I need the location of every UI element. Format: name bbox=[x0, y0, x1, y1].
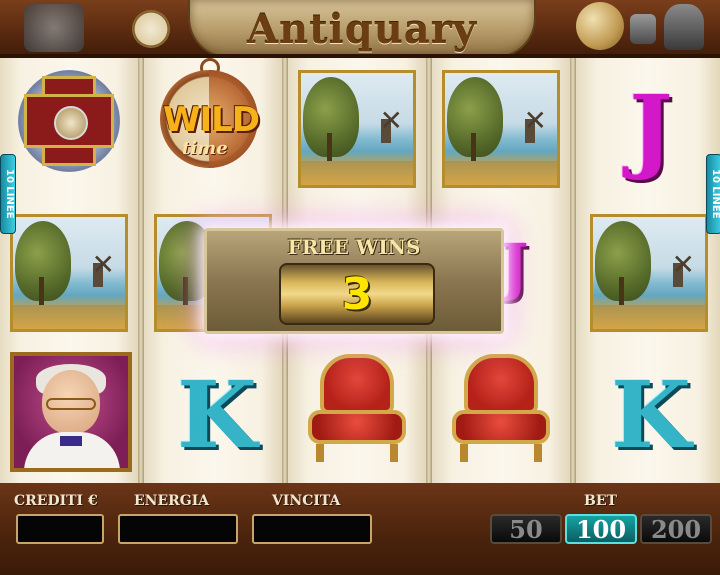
wild-time-label: time bbox=[182, 138, 228, 159]
free-wins-count: 3 bbox=[341, 269, 373, 320]
letter-j-symbol: J bbox=[629, 75, 673, 183]
lines-indicator-left[interactable]: 10 LINEE bbox=[0, 154, 16, 234]
game-title: Antiquary bbox=[246, 6, 478, 53]
statue-icon bbox=[664, 4, 704, 50]
energy-label: ENERGIA bbox=[134, 493, 210, 509]
letter-k-symbol: K bbox=[611, 361, 691, 469]
lines-indicator-right[interactable]: 10 LINEE bbox=[706, 154, 720, 234]
windmill-landscape-symbol: ✕ bbox=[10, 214, 128, 332]
bet-50-button[interactable]: 50 bbox=[490, 514, 562, 544]
red-armchair-symbol bbox=[298, 348, 416, 466]
professor-portrait-symbol bbox=[10, 352, 132, 472]
credits-display bbox=[16, 514, 104, 544]
title-plate: Antiquary bbox=[188, 0, 536, 58]
inkwell-icon bbox=[630, 14, 656, 44]
windmill-landscape-symbol: ✕ bbox=[590, 214, 708, 332]
bet-100-button[interactable]: 100 bbox=[565, 514, 637, 544]
pocket-watch-icon bbox=[132, 10, 170, 48]
bet-200-button[interactable]: 200 bbox=[640, 514, 712, 544]
letter-k-symbol: K bbox=[177, 361, 257, 469]
wild-time-symbol: WILD time bbox=[152, 58, 270, 182]
slot-machine-screen: Antiquary ✕ WILD time ✕ bbox=[0, 0, 720, 575]
win-display bbox=[252, 514, 372, 544]
wild-label: WILD bbox=[162, 100, 260, 140]
control-bar: CREDITI € ENERGIA VINCITA BET 50 100 200 bbox=[0, 483, 720, 575]
win-label: VINCITA bbox=[272, 493, 341, 509]
credits-label: CREDITI € bbox=[14, 493, 98, 509]
red-armchair-symbol bbox=[442, 348, 560, 466]
free-wins-title: FREE WINS bbox=[287, 235, 421, 259]
header-banner: Antiquary bbox=[0, 0, 720, 58]
free-wins-counter: 3 bbox=[279, 263, 435, 325]
bet-label: BET bbox=[584, 493, 617, 509]
windmill-landscape-symbol: ✕ bbox=[298, 70, 416, 188]
antique-camera-icon bbox=[24, 4, 84, 52]
globe-icon bbox=[576, 2, 624, 50]
windmill-landscape-symbol: ✕ bbox=[442, 70, 560, 188]
free-wins-panel: FREE WINS 3 bbox=[204, 228, 504, 334]
medal-symbol bbox=[10, 62, 128, 180]
energy-display bbox=[118, 514, 238, 544]
